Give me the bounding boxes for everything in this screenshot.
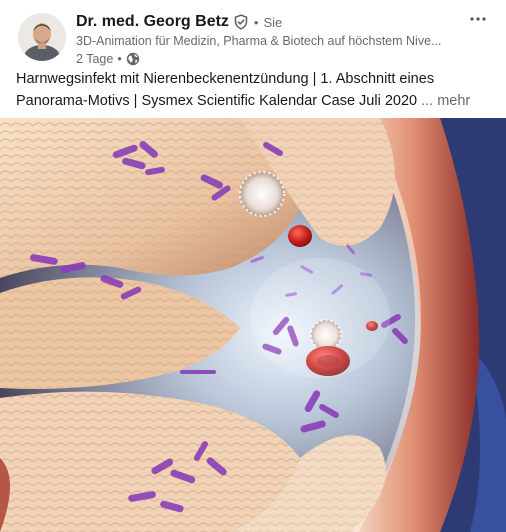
author-name-row: Dr. med. Georg Betz • Sie xyxy=(76,11,466,33)
post-image[interactable] xyxy=(0,118,506,532)
author-headline: 3D-Animation für Medizin, Pharma & Biote… xyxy=(76,34,442,48)
connection-degree: Sie xyxy=(263,14,283,30)
globe-icon xyxy=(126,52,140,66)
post-body: Harnwegsinfekt mit Nierenbeckenentzündun… xyxy=(16,68,486,112)
feed-post: Dr. med. Georg Betz • Sie 3D-Animation f… xyxy=(0,0,506,532)
author-name[interactable]: Dr. med. Georg Betz xyxy=(76,13,229,31)
author-avatar[interactable] xyxy=(18,13,66,61)
post-text: Harnwegsinfekt mit Nierenbeckenentzündun… xyxy=(16,71,435,109)
more-horizontal-icon xyxy=(469,9,487,27)
see-more-link[interactable]: ... mehr xyxy=(421,93,470,109)
degree-separator: • xyxy=(253,14,259,30)
author-meta: Dr. med. Georg Betz • Sie 3D-Animation f… xyxy=(76,11,466,67)
post-menu-button[interactable] xyxy=(464,6,492,30)
timestamp-separator: • xyxy=(117,51,122,66)
post-timestamp-row: 2 Tage • xyxy=(76,50,466,67)
post-header: Dr. med. Georg Betz • Sie 3D-Animation f… xyxy=(0,0,506,68)
verified-shield-icon xyxy=(233,14,249,30)
post-timestamp: 2 Tage xyxy=(76,51,114,66)
